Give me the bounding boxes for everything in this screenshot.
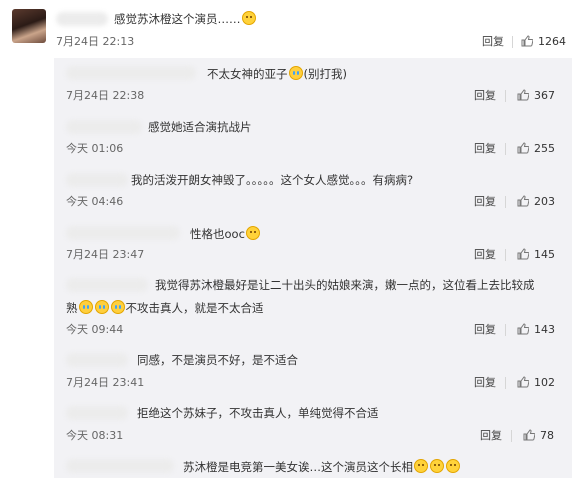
like-button[interactable]: 143 xyxy=(517,323,555,337)
smile-emoji-icon xyxy=(430,459,444,473)
reply-text: 同感，不是演员不好，是不适合 xyxy=(137,353,298,367)
thumbs-up-icon xyxy=(517,195,530,207)
thumbs-up-icon xyxy=(523,429,536,441)
crying-emoji-icon xyxy=(78,300,93,314)
divider xyxy=(511,430,512,442)
divider xyxy=(505,324,506,336)
smile-emoji-icon xyxy=(446,459,460,473)
blurred-username xyxy=(66,120,142,134)
reply-text-line2: 熟不攻击真人，就是不太合适 xyxy=(66,300,264,315)
reply-time: 7月24日 23:41 xyxy=(66,376,145,389)
crying-emoji-icon xyxy=(288,66,303,80)
blurred-username xyxy=(66,278,148,292)
reply-text: 我的活泼开朗女神毁了。。。。。这个女人感觉。。。有病病? xyxy=(131,173,414,187)
thumbs-up-icon xyxy=(517,89,530,101)
reply-text-line1: 我觉得苏沐橙最好是让二十出头的姑娘来演，嫩一点的，这位看上去比较成 xyxy=(155,278,535,292)
like-button[interactable]: 367 xyxy=(517,89,555,103)
reply-text: 性格也ooc xyxy=(190,226,261,242)
user-avatar[interactable] xyxy=(12,9,46,43)
like-button[interactable]: 78 xyxy=(523,429,554,443)
reply-button[interactable]: 回复 xyxy=(474,323,496,337)
crying-emoji-icon xyxy=(94,300,109,314)
smile-emoji-icon xyxy=(241,11,256,25)
divider xyxy=(512,36,513,48)
reply-button[interactable]: 回复 xyxy=(474,376,496,390)
thumbs-up-icon xyxy=(517,323,530,335)
reply-text: 苏沐橙是电竞第一美女诶…这个演员这个长相 xyxy=(183,459,461,475)
reply-button[interactable]: 回复 xyxy=(474,195,496,209)
reply-time: 今天 09:44 xyxy=(66,323,124,336)
comment-text: 感觉苏沐橙这个演员…… xyxy=(114,12,241,26)
reply-button[interactable]: 回复 xyxy=(474,142,496,156)
reply-time: 7月24日 23:47 xyxy=(66,248,145,261)
blurred-username xyxy=(66,406,128,420)
like-button[interactable]: 1264 xyxy=(521,35,566,49)
reply-button[interactable]: 回复 xyxy=(482,35,504,49)
smile-emoji-icon xyxy=(245,226,260,240)
reply-text: 感觉她适合演抗战片 xyxy=(148,120,252,134)
like-button[interactable]: 145 xyxy=(517,248,555,262)
blurred-username xyxy=(66,66,196,80)
blurred-username xyxy=(66,226,180,240)
like-button[interactable]: 255 xyxy=(517,142,555,156)
main-comment: 感觉苏沐橙这个演员…… xyxy=(114,11,257,27)
reply-time: 今天 01:06 xyxy=(66,142,124,155)
reply-time: 今天 08:31 xyxy=(66,429,124,442)
blurred-username xyxy=(66,353,128,367)
reply-button[interactable]: 回复 xyxy=(480,429,502,443)
divider xyxy=(505,249,506,261)
blurred-username xyxy=(66,459,174,473)
blurred-username xyxy=(56,12,108,26)
like-button[interactable]: 102 xyxy=(517,376,555,390)
divider xyxy=(505,143,506,155)
divider xyxy=(505,377,506,389)
like-button[interactable]: 203 xyxy=(517,195,555,209)
blurred-username xyxy=(66,173,128,187)
thumbs-up-icon xyxy=(521,35,534,47)
reply-button[interactable]: 回复 xyxy=(474,248,496,262)
reply-button[interactable]: 回复 xyxy=(474,89,496,103)
thumbs-up-icon xyxy=(517,376,530,388)
reply-text: 不太女神的亚子 (别打我) xyxy=(207,66,347,81)
like-count: 1264 xyxy=(538,35,566,48)
reply-time: 今天 04:46 xyxy=(66,195,124,208)
reply-time: 7月24日 22:38 xyxy=(66,89,145,102)
divider xyxy=(505,196,506,208)
divider xyxy=(505,90,506,102)
thumbs-up-icon xyxy=(517,248,530,260)
smile-emoji-icon xyxy=(414,459,428,473)
thumbs-up-icon xyxy=(517,142,530,154)
comment-time: 7月24日 22:13 xyxy=(56,35,135,48)
reply-text: 拒绝这个苏妹子，不攻击真人，单纯觉得不合适 xyxy=(137,406,379,420)
crying-emoji-icon xyxy=(110,300,125,314)
